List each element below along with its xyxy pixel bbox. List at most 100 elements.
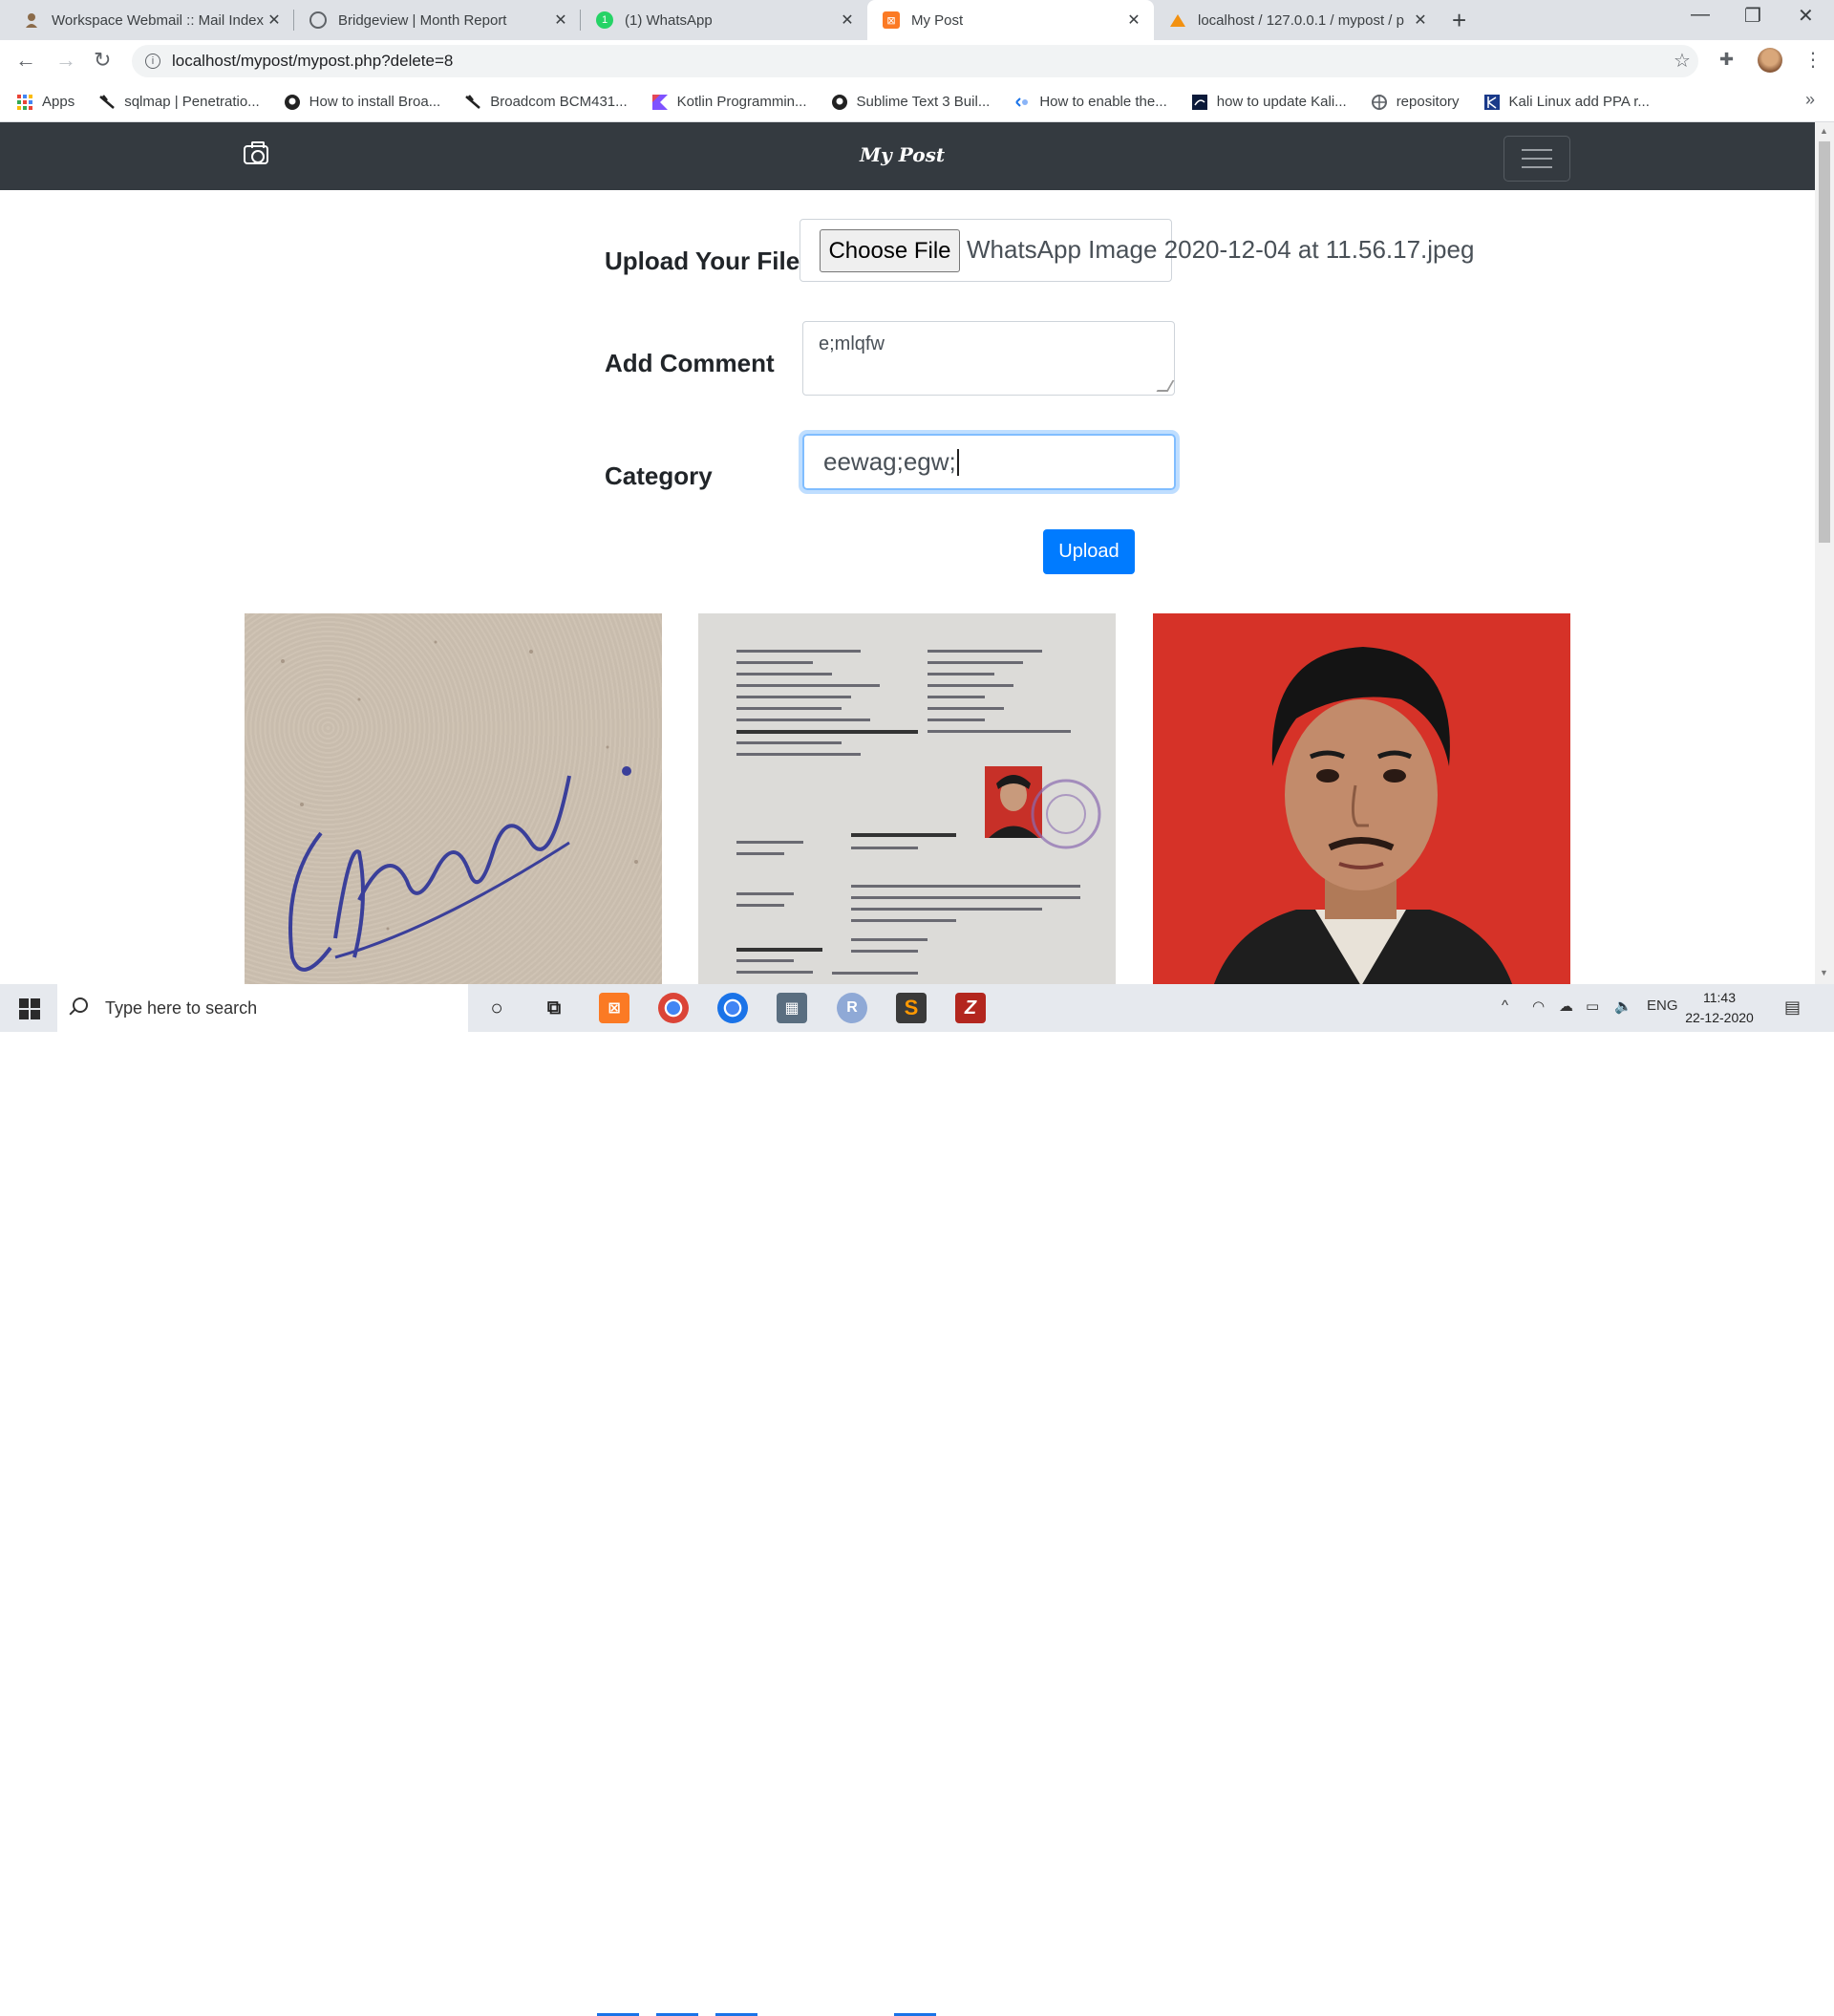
taskbar-search-box[interactable]: Type here to search bbox=[57, 984, 468, 1032]
paper-speckles bbox=[281, 640, 638, 931]
taskbar-clock[interactable]: 11:43 22-12-2020 bbox=[1681, 988, 1758, 1028]
window-close-icon[interactable]: ✕ bbox=[1798, 4, 1814, 28]
category-input[interactable]: eewag;egw; bbox=[802, 434, 1176, 490]
navbar-toggler-button[interactable] bbox=[1503, 136, 1570, 182]
address-bar[interactable]: i localhost/mypost/mypost.php?delete=8 bbox=[132, 45, 1698, 77]
bookmark-sqlmap[interactable]: sqlmap | Penetratio... bbox=[99, 94, 260, 110]
portrait-image bbox=[1153, 613, 1570, 984]
r-icon[interactable]: R bbox=[837, 993, 867, 1023]
comment-textarea[interactable]: e;mlqfw bbox=[802, 321, 1175, 396]
address-url: localhost/mypost/mypost.php?delete=8 bbox=[172, 52, 454, 70]
scrollbar-thumb[interactable] bbox=[1819, 141, 1830, 543]
globe-icon bbox=[309, 11, 327, 29]
signature-image bbox=[281, 640, 638, 972]
reload-icon[interactable]: ↻ bbox=[94, 48, 111, 73]
close-icon[interactable]: ✕ bbox=[1125, 11, 1142, 30]
wifi-icon[interactable]: ◠ bbox=[1532, 997, 1545, 1015]
new-tab-button[interactable]: + bbox=[1452, 6, 1466, 35]
page-scrollbar[interactable]: ▲ ▼ bbox=[1815, 122, 1834, 984]
notifications-icon[interactable]: ▤ bbox=[1784, 997, 1801, 1018]
xampp-icon[interactable]: ⊠ bbox=[599, 993, 629, 1023]
search-icon bbox=[73, 997, 88, 1013]
tab-title: Bridgeview | Month Report bbox=[338, 11, 507, 29]
camera-icon[interactable] bbox=[244, 141, 268, 164]
webmail-icon bbox=[23, 11, 40, 29]
language-indicator[interactable]: ENG bbox=[1647, 997, 1678, 1014]
post-image-bank-document[interactable] bbox=[698, 613, 1116, 984]
close-icon[interactable]: ✕ bbox=[1412, 11, 1429, 30]
whatsapp-icon: 1 bbox=[596, 11, 613, 29]
tab-whatsapp[interactable]: 1 (1) WhatsApp ✕ bbox=[581, 0, 867, 40]
phpmyadmin-icon bbox=[1169, 11, 1186, 29]
battery-icon[interactable]: ▭ bbox=[1586, 997, 1599, 1015]
tab-phpmyadmin[interactable]: localhost / 127.0.0.1 / mypost / p ✕ bbox=[1154, 0, 1440, 40]
bookmark-label: How to enable the... bbox=[1039, 94, 1167, 110]
tab-title: My Post bbox=[911, 11, 964, 29]
browser-toolbar: ← → ↻ i localhost/mypost/mypost.php?dele… bbox=[0, 40, 1834, 82]
bookmark-kotlin[interactable]: Kotlin Programmin... bbox=[651, 94, 807, 110]
bookmark-star-icon[interactable]: ☆ bbox=[1674, 49, 1691, 73]
post-image-signature[interactable] bbox=[245, 613, 662, 984]
bookmarks-overflow-icon[interactable]: » bbox=[1805, 90, 1815, 110]
scroll-down-icon[interactable]: ▼ bbox=[1820, 968, 1828, 977]
chrome-icon[interactable] bbox=[658, 993, 689, 1023]
bookmark-label: Sublime Text 3 Buil... bbox=[856, 94, 991, 110]
sublime-text-icon[interactable]: S bbox=[896, 993, 927, 1023]
windows-start-icon[interactable] bbox=[19, 998, 40, 1019]
kali-icon bbox=[1191, 94, 1207, 110]
github-icon bbox=[284, 94, 300, 110]
volume-icon[interactable]: 🔈 bbox=[1614, 997, 1632, 1015]
upload-button[interactable]: Upload bbox=[1043, 529, 1135, 574]
bookmark-repository[interactable]: repository bbox=[1371, 94, 1460, 110]
bookmark-install-broadcom[interactable]: How to install Broa... bbox=[284, 94, 440, 110]
bookmark-sublime[interactable]: Sublime Text 3 Buil... bbox=[831, 94, 991, 110]
tab-title: localhost / 127.0.0.1 / mypost / p bbox=[1198, 11, 1404, 29]
sqlmap-icon bbox=[99, 94, 116, 109]
bookmark-kali-ppa[interactable]: Kali Linux add PPA r... bbox=[1483, 94, 1650, 110]
hamburger-line bbox=[1522, 158, 1552, 160]
back-icon[interactable]: ← bbox=[15, 48, 36, 73]
forward-icon[interactable]: → bbox=[55, 48, 76, 73]
choose-file-button[interactable]: Choose File bbox=[820, 229, 960, 272]
category-value: eewag;egw; bbox=[823, 447, 956, 476]
scroll-up-icon[interactable]: ▲ bbox=[1820, 126, 1828, 136]
cortana-icon[interactable]: ○ bbox=[481, 993, 512, 1023]
tab-title: (1) WhatsApp bbox=[625, 11, 713, 29]
hamburger-line bbox=[1522, 149, 1552, 151]
add-comment-label: Add Comment bbox=[605, 349, 775, 377]
close-icon[interactable]: ✕ bbox=[839, 11, 856, 30]
chrome-profile-icon[interactable] bbox=[717, 993, 748, 1023]
text-caret bbox=[956, 448, 959, 476]
task-view-icon[interactable]: ⧉ bbox=[539, 993, 569, 1023]
bookmark-broadcom[interactable]: Broadcom BCM431... bbox=[465, 94, 628, 110]
tab-my-post[interactable]: ⊠ My Post ✕ bbox=[867, 0, 1154, 40]
clock-date: 22-12-2020 bbox=[1685, 1010, 1754, 1025]
hamburger-line bbox=[1522, 166, 1552, 168]
filezilla-icon[interactable]: Z bbox=[955, 993, 986, 1023]
tab-strip: Workspace Webmail :: Mail Index ✕ Bridge… bbox=[0, 0, 1834, 40]
bookmark-update-kali[interactable]: how to update Kali... bbox=[1191, 94, 1347, 110]
tab-bridgeview[interactable]: Bridgeview | Month Report ✕ bbox=[294, 0, 581, 40]
browser-menu-icon[interactable]: ⋮ bbox=[1803, 48, 1823, 72]
face bbox=[1285, 699, 1438, 890]
close-icon[interactable]: ✕ bbox=[266, 11, 283, 30]
navbar-brand[interactable]: My Post bbox=[860, 143, 945, 166]
bookmark-label: Kotlin Programmin... bbox=[676, 94, 807, 110]
bookmark-apps[interactable]: Apps bbox=[17, 94, 75, 110]
avatar[interactable] bbox=[1758, 48, 1782, 73]
restore-icon[interactable]: ❐ bbox=[1744, 4, 1761, 28]
bookmark-label: Kali Linux add PPA r... bbox=[1508, 94, 1650, 110]
tray-expand-icon[interactable]: ^ bbox=[1502, 997, 1508, 1014]
post-image-portrait[interactable] bbox=[1153, 613, 1570, 984]
minimize-icon[interactable]: — bbox=[1691, 4, 1710, 26]
xampp-icon: ⊠ bbox=[883, 11, 900, 29]
tab-webmail[interactable]: Workspace Webmail :: Mail Index ✕ bbox=[8, 0, 294, 40]
bookmark-enable[interactable]: How to enable the... bbox=[1014, 94, 1167, 110]
calculator-icon[interactable]: ▦ bbox=[777, 993, 807, 1023]
extensions-icon[interactable]: ✚ bbox=[1719, 50, 1734, 70]
tab-title: Workspace Webmail :: Mail Index bbox=[52, 11, 265, 29]
site-info-icon[interactable]: i bbox=[145, 54, 160, 69]
close-icon[interactable]: ✕ bbox=[552, 11, 569, 30]
sqlmap-icon bbox=[465, 94, 481, 109]
onedrive-icon[interactable]: ☁ bbox=[1559, 997, 1573, 1015]
